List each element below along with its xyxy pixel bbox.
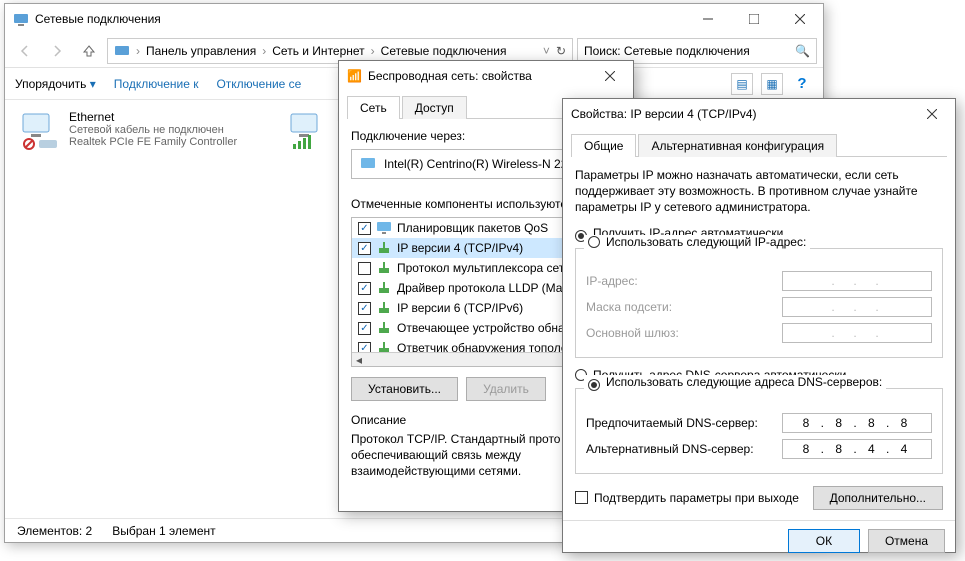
tab-access[interactable]: Доступ bbox=[402, 96, 467, 119]
component-label: Планировщик пакетов QoS bbox=[397, 221, 548, 235]
status-count: Элементов: 2 bbox=[17, 524, 92, 538]
advanced-button[interactable]: Дополнительно... bbox=[813, 486, 943, 510]
checkbox[interactable] bbox=[358, 222, 371, 235]
ok-button[interactable]: ОК bbox=[788, 529, 860, 553]
adapter-device: Realtek PCIe FE Family Controller bbox=[69, 136, 237, 148]
cancel-button[interactable]: Отмена bbox=[868, 529, 945, 553]
organize-menu[interactable]: Упорядочить ▾ bbox=[15, 77, 96, 91]
search-icon[interactable]: 🔍 bbox=[795, 44, 810, 58]
dialog-title: Свойства: IP версии 4 (TCP/IPv4) bbox=[571, 107, 917, 121]
component-label: IP версии 6 (TCP/IPv6) bbox=[397, 301, 523, 315]
wifi-icon bbox=[287, 110, 329, 152]
minimize-button[interactable] bbox=[685, 4, 731, 34]
back-button[interactable] bbox=[11, 37, 39, 65]
component-label: IP версии 4 (TCP/IPv4) bbox=[397, 241, 523, 255]
protocol-icon bbox=[377, 282, 391, 294]
component-label: Протокол мультиплексора сете bbox=[397, 261, 571, 275]
component-label: Отвечающее устройство обнар bbox=[397, 321, 571, 335]
breadcrumb-icon bbox=[114, 43, 130, 59]
checkbox[interactable] bbox=[358, 302, 371, 315]
adapter-status: Сетевой кабель не подключен bbox=[69, 124, 237, 136]
ip-address-input: . . . bbox=[782, 271, 932, 291]
subnet-label: Маска подсети: bbox=[586, 300, 782, 314]
subnet-input: . . . bbox=[782, 297, 932, 317]
tab-alternate[interactable]: Альтернативная конфигурация bbox=[638, 134, 837, 157]
adapter-icon bbox=[360, 156, 376, 172]
tab-general[interactable]: Общие bbox=[571, 134, 636, 157]
checkbox[interactable] bbox=[358, 282, 371, 295]
gateway-label: Основной шлюз: bbox=[586, 326, 782, 340]
pref-dns-input[interactable]: 8 . 8 . 8 . 8 bbox=[782, 413, 932, 433]
tabs: Общие Альтернативная конфигурация bbox=[571, 133, 947, 157]
disable-menu[interactable]: Отключение се bbox=[216, 77, 301, 91]
component-label: Драйвер протокола LLDP (Май bbox=[397, 281, 569, 295]
remove-button[interactable]: Удалить bbox=[466, 377, 546, 401]
tab-network[interactable]: Сеть bbox=[347, 96, 400, 119]
breadcrumb-seg[interactable]: Сетевые подключения bbox=[381, 44, 507, 58]
breadcrumb-seg[interactable]: Панель управления bbox=[146, 44, 256, 58]
dialog-title: Беспроводная сеть: свойства bbox=[368, 69, 595, 83]
chevron-down-icon[interactable]: ˅ bbox=[543, 44, 550, 58]
wifi-icon: 📶 bbox=[347, 69, 362, 83]
gateway-input: . . . bbox=[782, 323, 932, 343]
adapter-name: Ethernet bbox=[69, 110, 237, 124]
pref-dns-label: Предпочитаемый DNS-сервер: bbox=[586, 416, 782, 430]
protocol-icon bbox=[377, 322, 391, 334]
help-icon[interactable]: ? bbox=[791, 73, 813, 95]
maximize-button[interactable] bbox=[731, 4, 777, 34]
details-icon[interactable]: ▦ bbox=[761, 73, 783, 95]
protocol-icon bbox=[377, 262, 391, 274]
ipv4-properties-dialog: Свойства: IP версии 4 (TCP/IPv4) Общие А… bbox=[562, 98, 956, 553]
breadcrumb-seg[interactable]: Сеть и Интернет bbox=[272, 44, 364, 58]
close-button[interactable] bbox=[595, 65, 625, 87]
intro-text: Параметры IP можно назначать автоматичес… bbox=[575, 167, 943, 216]
protocol-icon bbox=[377, 302, 391, 314]
alt-dns-input[interactable]: 8 . 8 . 4 . 4 bbox=[782, 439, 932, 459]
window-title: Сетевые подключения bbox=[35, 12, 685, 26]
adapter-ethernet[interactable]: Ethernet Сетевой кабель не подключен Rea… bbox=[19, 110, 269, 152]
app-icon bbox=[13, 11, 29, 27]
validate-checkbox[interactable] bbox=[575, 491, 588, 504]
search-placeholder: Поиск: Сетевые подключения bbox=[584, 44, 795, 58]
connect-menu[interactable]: Подключение к bbox=[114, 77, 199, 91]
checkbox[interactable] bbox=[358, 322, 371, 335]
titlebar: Сетевые подключения bbox=[5, 4, 823, 34]
forward-button[interactable] bbox=[43, 37, 71, 65]
close-button[interactable] bbox=[917, 103, 947, 125]
dialog-titlebar: Свойства: IP версии 4 (TCP/IPv4) bbox=[563, 99, 955, 129]
view-icon[interactable]: ▤ bbox=[731, 73, 753, 95]
ip-address-label: IP-адрес: bbox=[586, 274, 782, 288]
validate-label: Подтвердить параметры при выходе bbox=[594, 491, 813, 505]
status-selected: Выбран 1 элемент bbox=[112, 524, 215, 538]
checkbox[interactable] bbox=[358, 242, 371, 255]
ethernet-icon bbox=[19, 110, 61, 152]
refresh-icon[interactable]: ↻ bbox=[556, 44, 566, 58]
adapter-name: Intel(R) Centrino(R) Wireless-N 2230 bbox=[384, 157, 581, 171]
close-button[interactable] bbox=[777, 4, 823, 34]
up-button[interactable] bbox=[75, 37, 103, 65]
install-button[interactable]: Установить... bbox=[351, 377, 458, 401]
alt-dns-label: Альтернативный DNS-сервер: bbox=[586, 442, 782, 456]
radio-use-ip[interactable]: Использовать следующий IP-адрес: bbox=[584, 235, 810, 249]
checkbox[interactable] bbox=[358, 262, 371, 275]
protocol-icon bbox=[377, 222, 391, 234]
protocol-icon bbox=[377, 242, 391, 254]
radio-use-dns[interactable]: Использовать следующие адреса DNS-сервер… bbox=[584, 375, 886, 391]
dialog-titlebar: 📶 Беспроводная сеть: свойства bbox=[339, 61, 633, 91]
